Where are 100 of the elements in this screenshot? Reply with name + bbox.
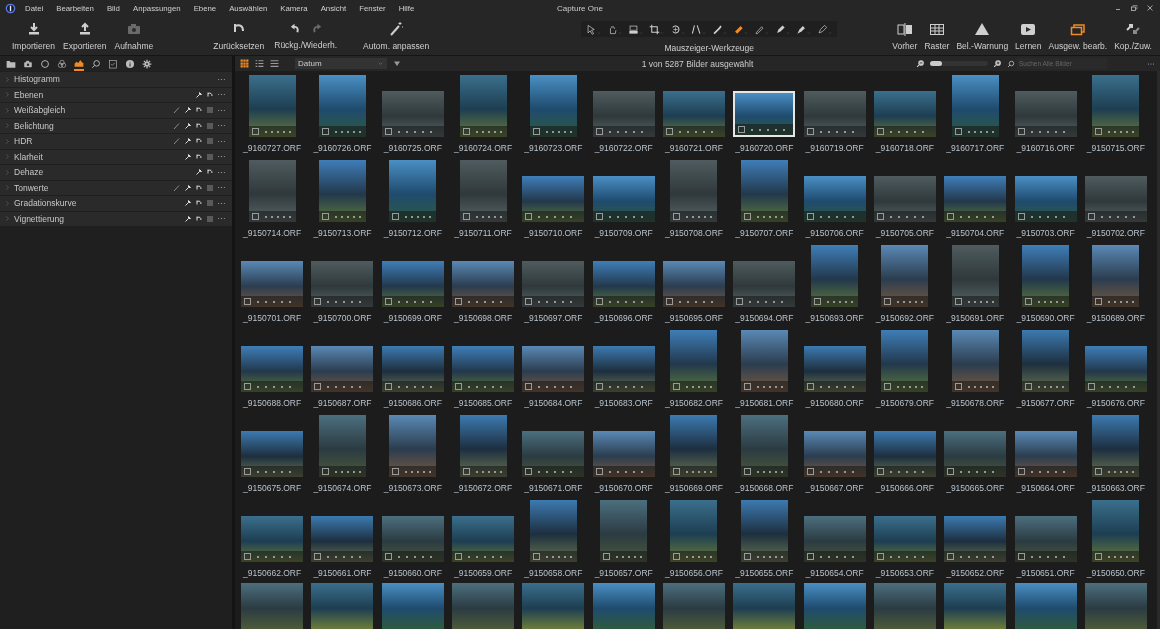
toolbar-button[interactable]: Autom. anpassen (361, 21, 432, 51)
file-name: _9160727.ORF (243, 143, 302, 154)
file-name: _9150695.ORF (664, 313, 724, 324)
file-name: _9150674.ORF (313, 483, 372, 494)
file-name: _9150652.ORF (946, 568, 1005, 579)
selection-status: 1 von 5287 Bilder ausgewählt (641, 58, 754, 69)
tool-title[interactable]: Dehaze (14, 167, 192, 178)
file-name: _9150682.ORF (664, 398, 724, 409)
toolbar-button[interactable]: Vorher (890, 21, 920, 51)
file-name: _9150681.ORF (735, 398, 794, 409)
file-name: _9150699.ORF (383, 313, 442, 324)
file-name: _9150683.ORF (594, 398, 653, 409)
toolbar-button[interactable]: Ausgew. bearb. (1046, 21, 1110, 51)
file-name: _9150691.ORF (946, 313, 1005, 324)
toolbar-label: Mauszeiger-Werkzeuge (664, 43, 755, 53)
file-name: _9150670.ORF (594, 483, 653, 494)
file-name: _9150703.ORF (1016, 228, 1075, 239)
toolbar-button[interactable]: Zurücksetzen (211, 21, 267, 51)
tool-title[interactable]: Gradationskurve (14, 198, 181, 209)
file-name: _9150675.ORF (243, 483, 302, 494)
file-name: _9150705.ORF (875, 228, 934, 239)
file-name: _9150651.ORF (1016, 568, 1075, 579)
tool-panel-header[interactable]: Gradationskurve (0, 196, 232, 211)
file-name: _9150669.ORF (664, 483, 724, 494)
file-name: _9150666.ORF (875, 483, 934, 494)
sort-dropdown[interactable]: Datum (295, 58, 387, 69)
toolbar-button[interactable]: Raster (922, 21, 952, 51)
toolbar-button[interactable]: Kop./Zuw. (1112, 21, 1154, 51)
file-name: _9160717.ORF (946, 143, 1005, 154)
tool-title[interactable]: Weißabgleich (14, 105, 170, 116)
file-name: _9150687.ORF (313, 398, 372, 409)
file-name: _9150704.ORF (946, 228, 1005, 239)
toolbar-button[interactable]: Bel.-Warnung (954, 21, 1011, 51)
file-name: _9150664.ORF (1016, 483, 1075, 494)
tool-title[interactable]: Belichtung (14, 120, 170, 131)
file-name: _9150668.ORF (735, 483, 794, 494)
tool-title[interactable]: Tonwerte (14, 182, 170, 193)
file-name: _9150661.ORF (313, 568, 372, 579)
tool-panel-header[interactable]: Weißabgleich (0, 103, 232, 118)
file-name: _9150711.ORF (454, 228, 512, 239)
file-name: _9150697.ORF (524, 313, 583, 324)
tool-panel-header[interactable]: Dehaze (0, 165, 232, 180)
file-name: _9150667.ORF (805, 483, 864, 494)
file-name: _9160724.ORF (454, 143, 513, 154)
toolbar-button[interactable]: Lernen (1013, 21, 1044, 51)
tool-title[interactable]: Vignettierung (14, 213, 181, 224)
file-name: _9150713.ORF (313, 228, 372, 239)
file-name: _9150710.ORF (524, 228, 583, 239)
file-name: _9150684.ORF (524, 398, 583, 409)
tool-panel-header[interactable]: Vignettierung (0, 211, 232, 226)
file-name: _9150653.ORF (875, 568, 934, 579)
file-name: _9150689.ORF (1086, 313, 1145, 324)
file-name: _9150673.ORF (383, 483, 442, 494)
file-name: _9160726.ORF (313, 143, 372, 154)
file-name: _9150660.ORF (383, 568, 442, 579)
tool-panel-header[interactable]: Histogramm (0, 72, 232, 87)
tool-title[interactable]: Ebenen (14, 89, 192, 100)
tool-title[interactable]: HDR (14, 136, 170, 147)
file-name: _9150715.ORF (1086, 143, 1145, 154)
file-name: _9150707.ORF (735, 228, 794, 239)
file-name: _9150680.ORF (805, 398, 864, 409)
toolbar-button[interactable]: Rückg./Wiederh. (272, 21, 340, 50)
file-name: _9150701.ORF (243, 313, 302, 324)
file-name: _9150712.ORF (383, 228, 442, 239)
toolbar-button[interactable]: Exportieren (61, 21, 109, 51)
file-name: _9160725.ORF (383, 143, 442, 154)
file-name: _9150714.ORF (243, 228, 302, 239)
file-name: _9150665.ORF (946, 483, 1005, 494)
file-name: _9160721.ORF (664, 143, 724, 154)
file-name: _9150698.ORF (454, 313, 513, 324)
file-name: _9150655.ORF (735, 568, 794, 579)
file-name: _9150657.ORF (594, 568, 653, 579)
file-name: _9150679.ORF (875, 398, 934, 409)
tool-panel-header[interactable]: Tonwerte (0, 180, 232, 195)
toolbar-button[interactable]: Importieren (10, 21, 57, 51)
tool-panel-header[interactable]: Ebenen (0, 87, 232, 102)
file-name: _9150650.ORF (1086, 568, 1145, 579)
file-name: _9150700.ORF (313, 313, 372, 324)
file-name: _9150702.ORF (1086, 228, 1145, 239)
file-name: _9150688.ORF (243, 398, 302, 409)
tool-panel-header[interactable]: HDR (0, 134, 232, 149)
file-name: _9150656.ORF (664, 568, 724, 579)
window-title: Capture One (557, 4, 603, 13)
file-name: _9160718.ORF (875, 143, 934, 154)
file-name: _9150692.ORF (875, 313, 934, 324)
tool-title[interactable]: Klarheit (14, 151, 181, 162)
tool-panel-header[interactable]: Belichtung (0, 118, 232, 133)
file-name: _9150658.ORF (524, 568, 583, 579)
file-name: _9160722.ORF (594, 143, 653, 154)
tool-title[interactable]: Histogramm (14, 74, 214, 85)
file-name: _9150693.ORF (805, 313, 864, 324)
file-name: _9150694.ORF (735, 313, 794, 324)
file-name: _9160716.ORF (1016, 143, 1075, 154)
file-name: _9150662.ORF (243, 568, 302, 579)
file-name: _9160723.ORF (524, 143, 583, 154)
file-name: _9160719.ORF (805, 143, 864, 154)
file-name: _9150708.ORF (664, 228, 724, 239)
file-name: _9150706.ORF (805, 228, 864, 239)
tool-panel-header[interactable]: Klarheit (0, 149, 232, 164)
file-name: _9150685.ORF (454, 398, 513, 409)
